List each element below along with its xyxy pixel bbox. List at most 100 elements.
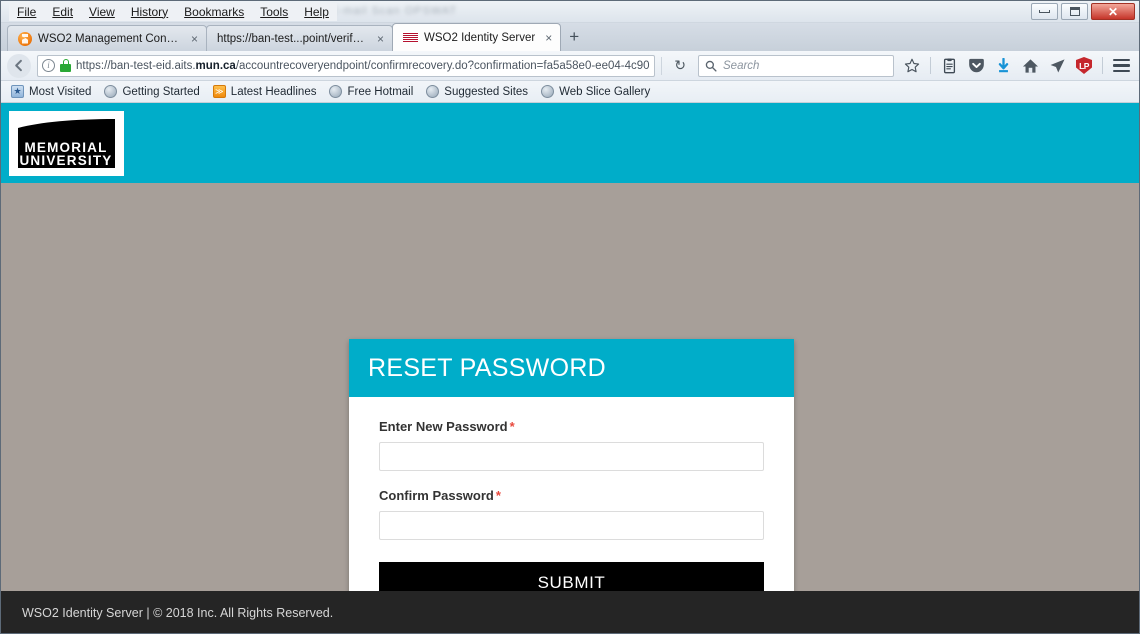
globe-icon [426, 85, 440, 98]
confirm-password-field-group: Confirm Password * [379, 488, 764, 540]
bookmark-getting-started[interactable]: Getting Started [104, 85, 200, 98]
reader-list-icon [943, 57, 955, 73]
tab-wso2-management-console[interactable]: WSO2 Management Console × [7, 25, 207, 51]
tab-verify-do[interactable]: https://ban-test...point/verify.do × [206, 25, 394, 51]
logo-line2: UNIVERSITY [19, 153, 112, 168]
info-icon[interactable]: i [42, 59, 55, 72]
footer-text: WSO2 Identity Server | © 2018 Inc. All R… [22, 605, 334, 620]
lastpass-button[interactable]: LP [1072, 54, 1096, 78]
share-icon [1050, 58, 1065, 72]
page-content: RESET PASSWORD Enter New Password * Confi… [1, 183, 1139, 633]
bookmark-label: Suggested Sites [444, 85, 529, 98]
site-header: MEMORIAL UNIVERSITY [1, 103, 1139, 183]
url-bar[interactable]: i https://ban-test-eid.aits.mun.ca/accou… [37, 54, 656, 77]
back-arrow-icon [14, 59, 22, 72]
menu-bar: File Edit View History Bookmarks Tools H… [1, 2, 337, 21]
tab-close-icon[interactable]: × [187, 33, 198, 45]
downloads-button[interactable] [991, 54, 1015, 78]
pocket-button[interactable] [964, 54, 988, 78]
navigation-toolbar: i https://ban-test-eid.aits.mun.ca/accou… [1, 51, 1139, 81]
menu-bookmarks[interactable]: Bookmarks [176, 2, 253, 21]
menu-edit-label: Edit [52, 4, 74, 19]
site-footer: WSO2 Identity Server | © 2018 Inc. All R… [1, 591, 1139, 633]
bookmark-label: Web Slice Gallery [559, 85, 651, 98]
bookmark-label: Getting Started [122, 85, 200, 98]
bookmark-web-slice-gallery[interactable]: Web Slice Gallery [541, 85, 650, 98]
lock-icon[interactable] [60, 59, 71, 72]
url-suffix: /accountrecoveryendpoint/confirmrecovery… [235, 59, 651, 72]
tab-close-icon[interactable]: × [541, 32, 552, 44]
wso2-console-icon [18, 31, 32, 46]
rss-icon [212, 85, 226, 98]
bookmark-suggested-sites[interactable]: Suggested Sites [426, 85, 528, 98]
url-text: https://ban-test-eid.aits.mun.ca/account… [76, 60, 650, 72]
bookmark-latest-headlines[interactable]: Latest Headlines [212, 85, 317, 98]
toolbar-divider [661, 56, 663, 75]
reset-password-card: RESET PASSWORD Enter New Password * Confi… [349, 339, 794, 633]
toolbar-icons: LP [900, 54, 1133, 78]
tab-close-icon[interactable]: × [373, 33, 384, 45]
most-visited-icon [11, 85, 24, 98]
search-bar[interactable]: Search [698, 54, 894, 77]
search-input[interactable]: Search [723, 60, 759, 72]
menu-tools[interactable]: Tools [252, 2, 297, 21]
home-button[interactable] [1018, 54, 1042, 78]
browser-window: McAfee E-mail Scan OPSWAT File Edit View… [0, 0, 1140, 634]
back-button[interactable] [7, 53, 31, 78]
minimize-button[interactable] [1031, 3, 1058, 20]
icon-divider [930, 57, 931, 74]
menu-bookmarks-label: Bookmarks [184, 4, 245, 19]
reload-button[interactable]: ↻ [668, 57, 692, 74]
menu-view[interactable]: View [81, 2, 123, 21]
maximize-button[interactable] [1061, 3, 1088, 20]
confirm-password-input[interactable] [379, 511, 764, 540]
bookmark-free-hotmail[interactable]: Free Hotmail [329, 85, 413, 98]
reading-list-button[interactable] [937, 54, 961, 78]
icon-divider [1102, 57, 1103, 74]
minimize-icon [1039, 10, 1050, 13]
bookmark-label: Latest Headlines [230, 85, 317, 98]
new-password-input[interactable] [379, 442, 764, 471]
tab-strip: WSO2 Management Console × https://ban-te… [1, 23, 1139, 51]
search-icon [705, 60, 717, 72]
menu-view-label: View [89, 4, 115, 19]
menu-help[interactable]: Help [296, 2, 337, 21]
menu-history-label: History [130, 4, 169, 19]
url-prefix: https://ban-test-eid.aits. [76, 59, 196, 72]
memorial-university-logo[interactable]: MEMORIAL UNIVERSITY [9, 111, 124, 176]
menu-help-label: Help [304, 4, 329, 19]
menu-button[interactable] [1109, 54, 1133, 78]
menu-file[interactable]: File [9, 2, 45, 21]
required-marker: * [509, 419, 515, 434]
maximize-icon [1069, 7, 1080, 16]
close-icon: ✕ [1107, 4, 1119, 19]
globe-icon [104, 85, 118, 98]
share-button[interactable] [1045, 54, 1069, 78]
new-password-field-group: Enter New Password * [379, 419, 764, 471]
menu-history[interactable]: History [122, 2, 177, 21]
blurred-text: McAfee E-mail Scan OPSWAT [283, 5, 458, 17]
bookmark-most-visited[interactable]: Most Visited [11, 85, 91, 98]
page-viewport: MEMORIAL UNIVERSITY RESET PASSWORD Enter… [1, 103, 1139, 633]
url-domain: mun.ca [195, 59, 236, 72]
globe-icon [329, 85, 343, 98]
home-icon [1022, 58, 1038, 73]
tab-title: WSO2 Identity Server [424, 31, 536, 44]
page-title: RESET PASSWORD [368, 353, 607, 382]
tab-wso2-identity-server[interactable]: WSO2 Identity Server × [392, 23, 562, 51]
pocket-icon [968, 58, 984, 72]
menu-tools-label: Tools [260, 4, 289, 19]
new-password-label: Enter New Password * [379, 419, 764, 434]
bookmark-star-icon [904, 58, 920, 72]
confirm-password-label: Confirm Password * [379, 488, 764, 503]
bookmarks-bar: Most Visited Getting Started Latest Head… [1, 81, 1139, 103]
new-tab-button[interactable]: + [560, 28, 588, 49]
bookmark-label: Free Hotmail [347, 85, 414, 98]
close-button[interactable]: ✕ [1091, 3, 1135, 20]
title-bar: McAfee E-mail Scan OPSWAT File Edit View… [1, 1, 1139, 23]
bookmark-star-button[interactable] [900, 54, 924, 78]
menu-hamburger-icon [1112, 58, 1130, 73]
menu-edit[interactable]: Edit [44, 2, 82, 21]
bookmark-label: Most Visited [29, 85, 92, 98]
background-blurred-content: McAfee E-mail Scan OPSWAT [269, 1, 1024, 23]
